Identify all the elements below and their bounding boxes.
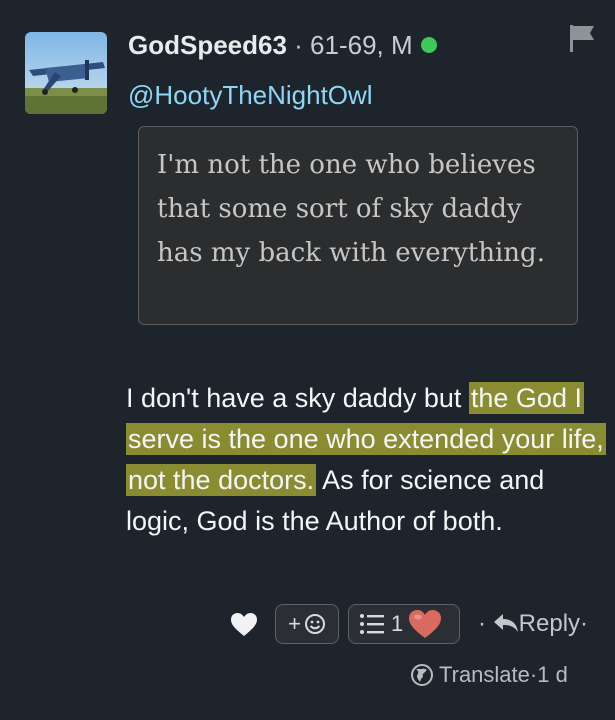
add-reaction-button[interactable]: +: [275, 604, 339, 644]
reply-label: Reply: [518, 610, 581, 637]
post-body: I don't have a sky daddy but the God I s…: [126, 378, 606, 542]
author-name[interactable]: GodSpeed63: [128, 30, 287, 60]
reply-button[interactable]: · Reply·: [478, 610, 588, 638]
translate-link[interactable]: Translate: [439, 662, 530, 688]
action-bar: + 1 · Reply·: [0, 604, 615, 644]
mention-link[interactable]: @HootyTheNightOwl: [128, 80, 373, 111]
quoted-text: I'm not the one who believes that some s…: [138, 126, 578, 325]
author-meta: 61-69, M: [310, 30, 413, 60]
reply-arrow-icon: [493, 614, 518, 632]
reaction-count: 1: [391, 611, 404, 636]
avatar-image: [25, 32, 107, 114]
reply-prefix: ·: [478, 610, 486, 637]
reply-suffix: ·: [580, 610, 589, 637]
avatar[interactable]: [25, 32, 107, 114]
list-icon: [360, 614, 384, 634]
online-status-dot: [420, 37, 437, 53]
body-text-plain: I don't have a sky daddy but: [126, 383, 469, 413]
post-header: GodSpeed63 · 61-69, M: [128, 30, 437, 61]
post-time: 1 d: [537, 662, 568, 687]
globe-icon: [411, 664, 433, 686]
flag-icon[interactable]: [566, 22, 598, 54]
footer-separator: ·: [529, 662, 538, 687]
plus-label: +: [288, 611, 301, 636]
heart-icon[interactable]: [230, 612, 258, 638]
reactions-button[interactable]: 1: [348, 604, 460, 644]
post-footer: Translate · 1 d: [410, 662, 568, 688]
smiley-icon: [304, 614, 325, 634]
meta-separator: ·: [286, 30, 311, 60]
heart-reaction-icon: [409, 610, 442, 638]
